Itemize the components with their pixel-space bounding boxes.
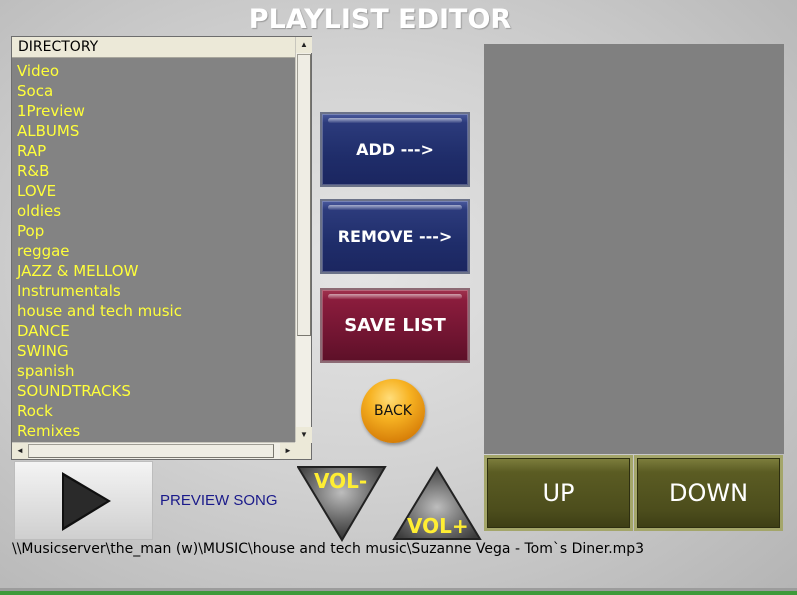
volume-down-label: VOL- [314,469,368,493]
list-item[interactable]: LOVE [17,181,297,201]
directory-items: Video Soca 1Preview ALBUMS RAP R&B LOVE … [17,61,297,441]
button-shine [328,118,462,123]
scroll-up-icon[interactable]: ▲ [296,37,312,53]
list-item[interactable]: Instrumentals [17,281,297,301]
list-item[interactable]: R&B [17,161,297,181]
directory-header: DIRECTORY [12,37,296,58]
list-item[interactable]: spanish [17,361,297,381]
list-item[interactable]: SOUNDTRACKS [17,381,297,401]
horizontal-scrollbar[interactable]: ◄ ► [12,442,296,459]
list-item[interactable]: 1Preview [17,101,297,121]
play-icon [62,472,111,531]
preview-song-label[interactable]: PREVIEW SONG [160,492,278,509]
directory-listbox[interactable]: DIRECTORY Video Soca 1Preview ALBUMS RAP… [11,36,312,460]
volume-up-label: VOL+ [407,514,469,538]
list-item[interactable]: ALBUMS [17,121,297,141]
move-up-button[interactable]: UP [484,455,633,531]
list-item[interactable]: JAZZ & MELLOW [17,261,297,281]
list-item[interactable]: RAP [17,141,297,161]
add-button[interactable]: ADD ---> [320,112,470,187]
bottom-bar [0,591,797,595]
move-down-button[interactable]: DOWN [634,455,783,531]
scroll-left-icon[interactable]: ◄ [12,443,28,459]
save-list-button[interactable]: SAVE LIST [320,288,470,363]
list-item[interactable]: SWING [17,341,297,361]
volume-down-button[interactable]: VOL- [296,465,387,543]
list-item[interactable]: reggae [17,241,297,261]
scroll-down-icon[interactable]: ▼ [296,427,312,443]
list-item[interactable]: Video [17,61,297,81]
add-button-label: ADD ---> [356,140,434,159]
vertical-scrollbar[interactable]: ▲ ▼ [295,37,312,443]
list-item[interactable]: Rock [17,401,297,421]
scrollbar-corner [295,442,311,459]
vertical-scroll-thumb[interactable] [297,54,311,336]
remove-button[interactable]: REMOVE ---> [320,199,470,274]
page-title: PLAYLIST EDITOR [248,4,512,35]
list-item[interactable]: house and tech music [17,301,297,321]
remove-button-label: REMOVE ---> [337,227,453,246]
play-button[interactable] [14,461,153,540]
list-item[interactable]: oldies [17,201,297,221]
playlist-pane[interactable] [484,44,784,454]
scroll-right-icon[interactable]: ► [280,443,296,459]
save-list-button-label: SAVE LIST [344,315,446,336]
list-item[interactable]: Pop [17,221,297,241]
list-item[interactable]: Soca [17,81,297,101]
button-shine [328,205,462,210]
volume-up-button[interactable]: VOL+ [392,466,482,541]
list-item[interactable]: DANCE [17,321,297,341]
button-shine [328,294,462,299]
back-button[interactable]: BACK [361,379,425,443]
current-song-path: \\Musicserver\the_man (w)\MUSIC\house an… [12,541,645,557]
list-item[interactable]: Remixes [17,421,297,441]
horizontal-scroll-thumb[interactable] [28,444,274,458]
